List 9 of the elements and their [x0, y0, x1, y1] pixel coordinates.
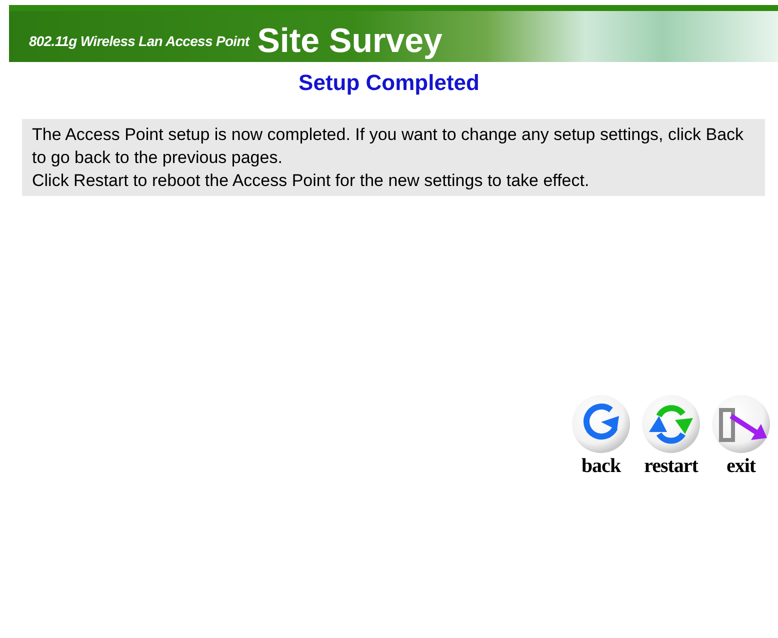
banner-title: Site Survey: [257, 24, 442, 58]
back-button[interactable]: back: [566, 394, 636, 478]
refresh-icon: [641, 394, 701, 454]
restart-button[interactable]: restart: [636, 394, 706, 478]
exit-button[interactable]: exit: [706, 394, 776, 478]
page-heading: Setup Completed: [298, 69, 480, 97]
message-text: The Access Point setup is now completed. If you want to change any setup settings, click Back to go back to the previous pages.: [32, 124, 745, 169]
banner-subtitle: 802.11g Wireless Lan Access Point: [29, 32, 250, 51]
message-text: Click Restart to reboot the Access Point for the new settings to take effect.: [32, 170, 590, 192]
